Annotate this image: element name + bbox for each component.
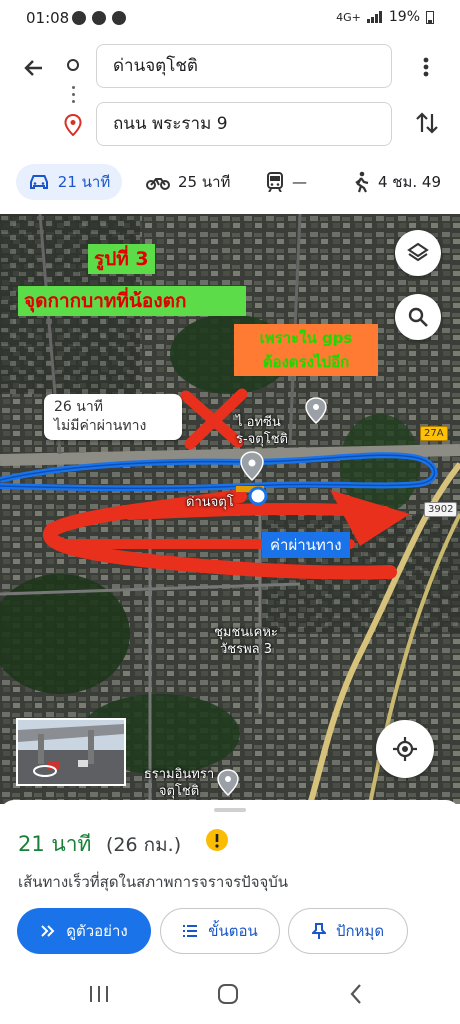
status-bar: 01:08 4G+ 19%	[0, 0, 460, 36]
place-label-poi: ไ อทซีน ร-จตุโชติ	[236, 414, 288, 448]
search-button[interactable]	[395, 294, 441, 340]
route-dot	[72, 100, 75, 103]
road-shield-3902: 3902	[424, 502, 458, 517]
network-label: 4G+	[336, 10, 361, 24]
trip-sheet: 21 นาที (26 กม.) เส้นทางเร็วที่สุดในสภาพ…	[0, 800, 460, 1024]
layers-icon	[407, 242, 429, 262]
travel-mode-tabs: 21 นาที 25 นาที — 4 ชม. 49	[0, 156, 460, 208]
warning-icon[interactable]	[205, 828, 229, 852]
notification-icon	[72, 11, 86, 25]
annotation-note: เพราะใน gps ต้องตรงไปอีก	[234, 324, 378, 376]
origin-input[interactable]: ด่านจตุโชติ	[96, 44, 392, 88]
status-time: 01:08	[26, 9, 70, 27]
alt-route-callout[interactable]: 26 นาที ไม่มีค่าผ่านทาง	[44, 394, 182, 440]
place-label-poi-line1: ไ อทซีน	[236, 415, 281, 430]
origin-dot-icon	[67, 59, 79, 71]
route-description: เส้นทางเร็วที่สุดในสภาพการจราจรปัจจุบัน	[18, 873, 289, 891]
car-icon	[29, 175, 48, 189]
nav-back-icon[interactable]	[346, 982, 366, 1006]
route-dot	[72, 86, 75, 89]
mode-tab-label: 21 นาที	[57, 173, 111, 191]
pushpin-icon	[311, 923, 326, 939]
place-label-village-line1: ชุมชนเคหะ	[214, 625, 278, 640]
arrow-back-icon	[24, 60, 42, 76]
place-label-bottom-line1: ธรามอินทรา	[143, 767, 215, 782]
double-chevron-icon	[41, 925, 55, 937]
mode-tab-label: 4 ชม. 49	[378, 173, 442, 191]
rotate-360-icon	[33, 765, 57, 777]
trip-duration: 21 นาที	[18, 832, 92, 856]
notification-icon	[92, 11, 106, 25]
notification-icon	[112, 11, 126, 25]
annotation-note-line1: เพราะใน gps	[259, 329, 353, 347]
route-dot	[72, 93, 75, 96]
trip-distance: (26 กม.)	[106, 834, 182, 856]
my-location-button[interactable]	[376, 720, 434, 778]
more-options-button[interactable]	[414, 52, 438, 82]
place-label-village: ชุมชนเคหะ วัชรพล 3	[196, 624, 296, 658]
destination-input[interactable]: ถนน พระราม 9	[96, 102, 392, 146]
sheet-drag-handle[interactable]	[214, 808, 246, 812]
battery-level: 19%	[388, 9, 420, 25]
mode-tab-walk[interactable]: 4 ชม. 49	[352, 164, 441, 200]
mode-tab-drive[interactable]: 21 นาที	[16, 164, 122, 200]
walk-icon	[355, 171, 369, 193]
toll-label: ค่าผ่านทาง	[262, 532, 350, 558]
pin-button[interactable]: ปักหมุด	[288, 908, 408, 954]
annotation-subtitle: จุดกากบาทที่น้องตก	[18, 286, 246, 316]
mode-tab-transit[interactable]: —	[266, 164, 307, 200]
place-label-bottom-line2: จตุโชติ	[158, 784, 200, 799]
annotation-title: รูปที่ 3	[88, 244, 155, 274]
place-label-tollgate: ด่านจตุโ	[186, 495, 234, 510]
destination-pin-icon	[64, 114, 82, 136]
swap-vert-icon	[416, 112, 438, 134]
transit-icon	[267, 172, 283, 192]
battery-icon	[426, 11, 434, 24]
place-label-village-line2: วัชรพล 3	[219, 642, 273, 657]
place-label-poi-line2: ร-จตุโชติ	[236, 432, 288, 447]
swap-button[interactable]	[412, 106, 442, 140]
annotation-note-line2: ต้องตรงไปอีก	[262, 353, 350, 371]
signal-icon	[366, 11, 382, 23]
recent-apps-icon[interactable]	[88, 984, 110, 1004]
status-right: 4G+ 19%	[336, 9, 434, 25]
preview-label: ดูตัวอย่าง	[66, 922, 128, 940]
street-view-thumbnail[interactable]	[16, 718, 126, 786]
alt-route-time: 26 นาที	[54, 399, 103, 415]
my-location-icon	[393, 737, 417, 761]
back-button[interactable]	[18, 52, 50, 84]
home-icon[interactable]	[216, 982, 240, 1006]
steps-button[interactable]: ขั้นตอน	[160, 908, 280, 954]
system-nav-bar	[0, 968, 460, 1024]
layers-button[interactable]	[395, 230, 441, 276]
mode-tab-label: —	[292, 173, 307, 191]
pin-label: ปักหมุด	[335, 922, 385, 940]
alt-route-toll: ไม่มีค่าผ่านทาง	[54, 418, 147, 434]
steps-label: ขั้นตอน	[208, 922, 258, 940]
mode-tab-label: 25 นาที	[178, 173, 231, 191]
map-view[interactable]: รูปที่ 3 จุดกากบาทที่น้องตก เพราะใน gps …	[0, 214, 460, 804]
motorcycle-icon	[146, 178, 170, 190]
preview-button[interactable]: ดูตัวอย่าง	[17, 908, 151, 954]
more-vert-icon	[423, 57, 429, 77]
road-shield-27a: 27A	[420, 426, 448, 441]
mode-tab-motorcycle[interactable]: 25 นาที	[146, 164, 230, 200]
place-label-bottom: ธรามอินทรา จตุโชติ	[124, 766, 234, 800]
search-icon	[408, 307, 428, 327]
list-icon	[183, 925, 198, 937]
